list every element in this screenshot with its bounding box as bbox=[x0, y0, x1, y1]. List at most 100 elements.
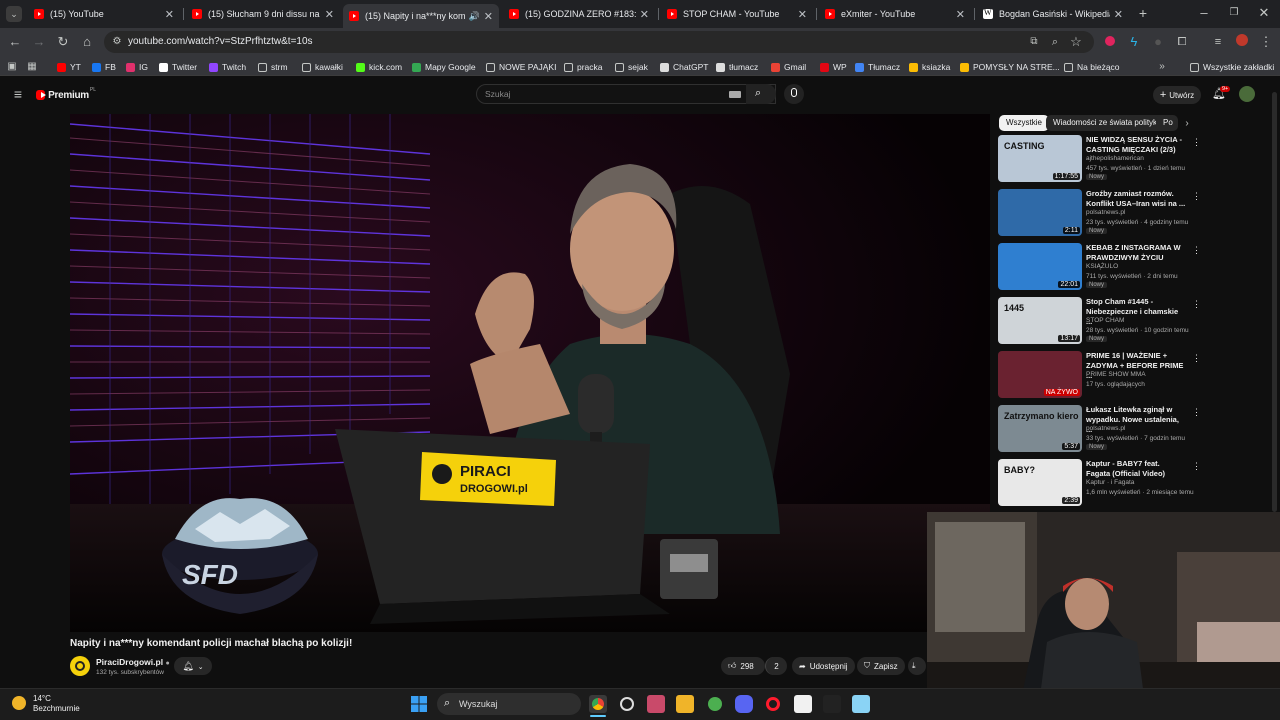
chip-all[interactable]: Wszystkie bbox=[999, 115, 1049, 131]
video-thumbnail[interactable]: BABY? 2:39 bbox=[998, 459, 1082, 506]
channel-name[interactable]: PiraciDrogowi.pl ● bbox=[96, 657, 170, 667]
tab-search-icon[interactable]: ⌄ bbox=[6, 6, 22, 22]
video-thumbnail[interactable]: 1445 13:17 bbox=[998, 297, 1082, 344]
bookmark-6[interactable]: kawałki bbox=[302, 60, 343, 74]
bookmark-star-icon[interactable]: ☆ bbox=[1068, 34, 1084, 50]
back-icon[interactable]: ← bbox=[7, 34, 23, 50]
install-app-icon[interactable]: ⧉ bbox=[1026, 34, 1042, 50]
dislike-button[interactable]: 2 bbox=[765, 657, 787, 675]
youtube-logo[interactable]: Premium PL bbox=[36, 87, 96, 102]
apps-grid-icon[interactable]: ▦ bbox=[24, 59, 40, 75]
tab-youtube[interactable]: (15) YouTube ✕ bbox=[28, 3, 180, 25]
obs-taskbar-icon[interactable] bbox=[618, 695, 636, 713]
notepad-taskbar-icon[interactable] bbox=[852, 695, 870, 713]
tab-close-icon[interactable]: ✕ bbox=[956, 8, 965, 21]
app-taskbar-icon[interactable] bbox=[647, 695, 665, 713]
notes-taskbar-icon[interactable] bbox=[794, 695, 812, 713]
bookmark-18[interactable]: POMYSŁY NA STRE... bbox=[960, 60, 1060, 74]
reload-icon[interactable]: ↻ bbox=[55, 34, 71, 50]
recommendation-item[interactable]: 22:01 KEBAB Z INSTAGRAMA W PRAWDZIWYM ŻYC… bbox=[998, 243, 1201, 291]
share-button[interactable]: ➦ Udostępnij bbox=[792, 657, 855, 675]
tab-close-icon[interactable]: ✕ bbox=[640, 8, 649, 21]
bookmark-13[interactable]: tłumacz bbox=[716, 60, 758, 74]
more-options-icon[interactable]: ⋮ bbox=[1192, 137, 1201, 148]
media-controls-icon[interactable]: ≡ bbox=[1210, 34, 1226, 50]
recommendation-title[interactable]: KEBAB Z INSTAGRAMA W PRAWDZIWYM ŻYCIU bbox=[1086, 243, 1186, 263]
home-icon[interactable]: ⌂ bbox=[79, 34, 95, 50]
recommendation-channel[interactable]: STOP CHAM bbox=[1086, 317, 1124, 324]
bookmark-14[interactable]: Gmail bbox=[771, 60, 806, 74]
video-thumbnail[interactable]: NA ŻYWO bbox=[998, 351, 1082, 398]
app2-taskbar-icon[interactable] bbox=[823, 695, 841, 713]
bookmark-3[interactable]: Twitter bbox=[159, 60, 197, 74]
more-options-icon[interactable]: ⋮ bbox=[1192, 407, 1201, 418]
tab-sluchm[interactable]: (15) Słucham 9 dni dissu na rak ✕ bbox=[186, 3, 340, 25]
tab-close-icon[interactable]: ✕ bbox=[325, 8, 334, 21]
bookmark-7[interactable]: kick.com bbox=[356, 60, 402, 74]
file-explorer-icon[interactable] bbox=[676, 695, 694, 713]
recommendation-channel[interactable]: polsatnews.pl bbox=[1086, 209, 1125, 216]
sidebar-icon[interactable]: ▣ bbox=[4, 59, 20, 75]
chip-next-chevron-icon[interactable]: › bbox=[1179, 116, 1195, 132]
recommendation-title[interactable]: NIE WIDZĄ SENSU ŻYCIA - CASTING MIĘCZAKI… bbox=[1086, 135, 1186, 155]
forward-icon[interactable]: → bbox=[31, 34, 47, 50]
browser-menu-icon[interactable]: ⋮ bbox=[1258, 34, 1274, 50]
discord-taskbar-icon[interactable] bbox=[735, 695, 753, 713]
bookmark-2[interactable]: IG bbox=[126, 60, 148, 74]
record-extension-icon[interactable] bbox=[1102, 34, 1118, 50]
bookmark-15[interactable]: WP bbox=[820, 60, 847, 74]
minimize-button[interactable]: – bbox=[1196, 5, 1212, 21]
bookmark-11[interactable]: sejak bbox=[615, 60, 648, 74]
recommendation-channel[interactable]: ajthepolishamerican bbox=[1086, 155, 1144, 162]
recommendation-item[interactable]: NA ŻYWO PRIME 16 | WAŻENIE + ZADYMA + BEF… bbox=[998, 351, 1201, 399]
search-button[interactable]: ⌕ bbox=[746, 84, 776, 104]
weather-widget[interactable]: 14°C Bezchmurnie bbox=[12, 694, 92, 714]
bookmark-5[interactable]: strm bbox=[258, 60, 288, 74]
sidebar-scrollbar[interactable] bbox=[1272, 92, 1277, 512]
all-bookmarks[interactable]: Wszystkie zakładki bbox=[1190, 60, 1274, 74]
recommendation-item[interactable]: 2:11 Groźby zamiast rozmów. Konflikt USA–… bbox=[998, 189, 1201, 237]
hamburger-menu-icon[interactable]: ≡ bbox=[10, 86, 26, 102]
bookmark-0[interactable]: YT bbox=[57, 60, 81, 74]
bookmark-8[interactable]: Mapy Google bbox=[412, 60, 476, 74]
extension-icon[interactable]: ϟ bbox=[1126, 34, 1142, 50]
extension-icon-2[interactable]: ● bbox=[1150, 34, 1166, 50]
tab-close-icon[interactable]: ✕ bbox=[484, 10, 493, 23]
subscription-bell-button[interactable]: 🔔︎ ⌄ bbox=[174, 657, 212, 675]
like-button[interactable]: 👍︎ 298 bbox=[721, 657, 765, 675]
windows-start-button[interactable] bbox=[410, 695, 428, 713]
tab-stop-cham[interactable]: STOP CHAM - YouTube ✕ bbox=[661, 3, 813, 25]
recommendation-item[interactable]: 1445 13:17 Stop Cham #1445 - Niebezpieczne… bbox=[998, 297, 1201, 345]
profile-avatar[interactable] bbox=[1234, 34, 1250, 50]
create-button[interactable]: + Utwórz bbox=[1153, 86, 1201, 104]
opera-taskbar-icon[interactable] bbox=[764, 695, 782, 713]
new-tab-button[interactable]: + bbox=[1135, 5, 1151, 21]
search-input[interactable]: Szukaj bbox=[476, 84, 776, 104]
tab-wikipedia[interactable]: W Bogdan Gasiński - Wikipedia ✕ bbox=[977, 3, 1129, 25]
bookmark-17[interactable]: ksiazka bbox=[909, 60, 950, 74]
more-bookmarks-icon[interactable]: » bbox=[1154, 59, 1170, 75]
tab-close-icon[interactable]: ✕ bbox=[798, 8, 807, 21]
bookmark-19[interactable]: Na bieżąco bbox=[1064, 60, 1120, 74]
keyboard-icon[interactable] bbox=[729, 91, 741, 98]
more-options-icon[interactable]: ⋮ bbox=[1192, 353, 1201, 364]
more-options-icon[interactable]: ⋮ bbox=[1192, 245, 1201, 256]
video-thumbnail[interactable]: Zatrzymano kiero 5:37 bbox=[998, 405, 1082, 452]
video-thumbnail[interactable]: 2:11 bbox=[998, 189, 1082, 236]
recommendation-channel[interactable]: Kaptur · i Fagata bbox=[1086, 479, 1134, 486]
bookmark-4[interactable]: Twitch bbox=[209, 60, 246, 74]
recommendation-item[interactable]: CASTING 1:17:55 NIE WIDZĄ SENSU ŻYCIA - CA… bbox=[998, 135, 1201, 183]
bookmark-12[interactable]: ChatGPT bbox=[660, 60, 708, 74]
recommendation-item[interactable]: Zatrzymano kiero 5:37 Łukasz Litewka zginą… bbox=[998, 405, 1201, 453]
tab-napity-active[interactable]: (15) Napity i na***ny komen 🔊 ✕ bbox=[343, 4, 499, 28]
close-window-button[interactable]: ✕ bbox=[1256, 5, 1272, 21]
site-info-icon[interactable]: ⚙ bbox=[109, 34, 125, 50]
chrome-taskbar-icon[interactable] bbox=[589, 695, 607, 713]
recommendation-channel[interactable]: KSIĄŻULO bbox=[1086, 263, 1118, 270]
bookmark-10[interactable]: pracka bbox=[564, 60, 603, 74]
maximize-button[interactable]: ❐ bbox=[1226, 5, 1242, 21]
account-avatar[interactable] bbox=[1239, 86, 1255, 102]
chip-politics[interactable]: Wiadomości ze świata polityki bbox=[1046, 115, 1166, 131]
recommendation-title[interactable]: Groźby zamiast rozmów. Konflikt USA–Iran… bbox=[1086, 189, 1186, 209]
recommendation-channel[interactable]: PRIME SHOW MMA bbox=[1086, 371, 1146, 378]
